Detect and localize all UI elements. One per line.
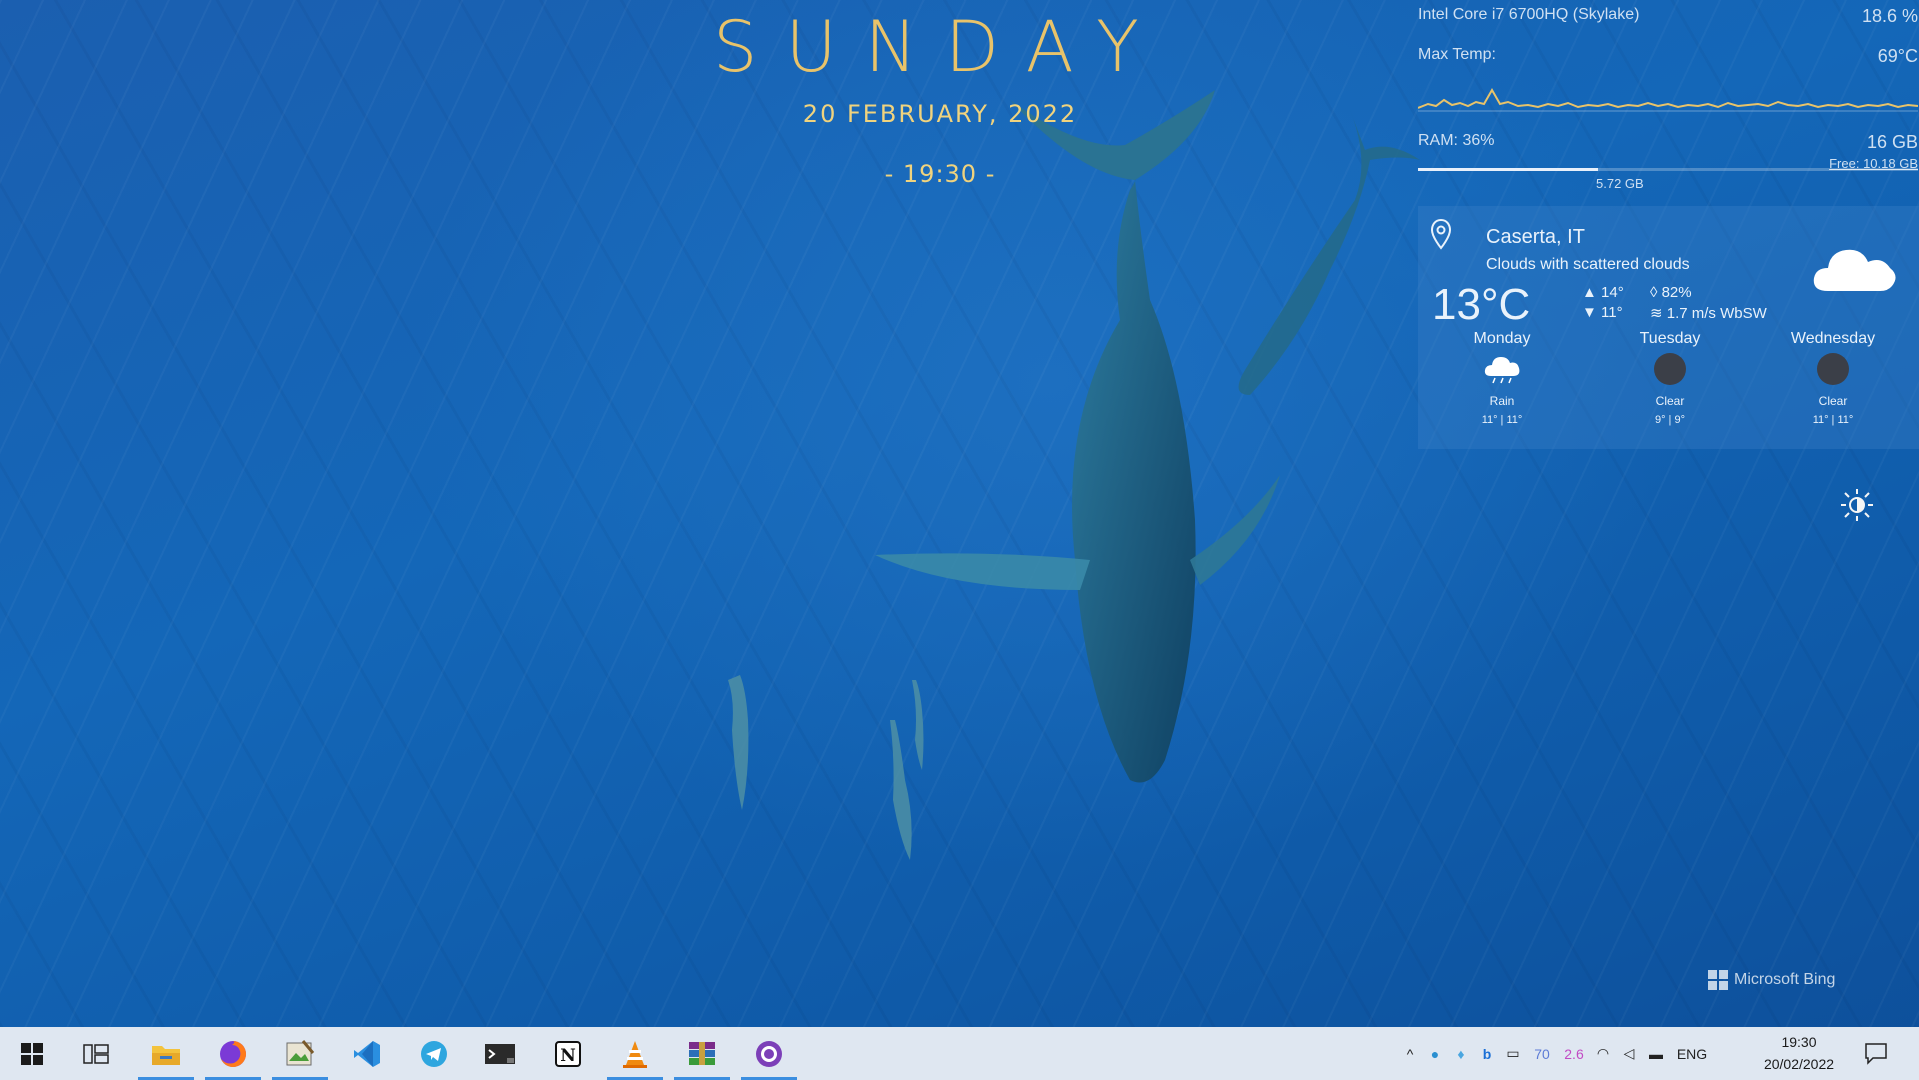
wifi-icon[interactable]: ◠	[1590, 1045, 1616, 1062]
droplet-icon: ◊	[1650, 284, 1658, 301]
humidity: ◊ 82%	[1650, 284, 1692, 301]
windows-logo-icon	[1708, 970, 1728, 990]
display-tray-icon[interactable]: ▭	[1500, 1045, 1526, 1062]
forecast-day-name: Wednesday	[1790, 330, 1876, 347]
temp-high: ▲ 14°	[1582, 284, 1624, 301]
humidity-value: 82%	[1661, 284, 1692, 301]
cloud-sync-icon[interactable]: ●	[1422, 1046, 1448, 1062]
task-view-button[interactable]	[68, 1027, 124, 1080]
weather-condition: Clouds with scattered clouds	[1486, 256, 1690, 273]
firefox-icon	[220, 1040, 246, 1067]
forecast-range: 11° | 11°	[1481, 414, 1523, 426]
notification-icon[interactable]	[1864, 1041, 1888, 1065]
weather-widget: Caserta, IT Clouds with scattered clouds…	[1418, 206, 1919, 449]
start-button[interactable]	[4, 1027, 60, 1080]
battery-icon[interactable]: ▬	[1642, 1046, 1670, 1062]
forecast-range: 11° | 11°	[1812, 414, 1854, 426]
wind: ≋ 1.7 m/s WbSW	[1650, 304, 1767, 322]
taskbar-time: 19:30	[1781, 1034, 1817, 1050]
terminal-icon	[485, 1043, 515, 1064]
cloud-rain-icon	[1484, 357, 1520, 384]
winrar-icon	[689, 1041, 715, 1065]
forecast-desc: Clear	[1655, 394, 1685, 408]
wallpaper-whale-image	[728, 90, 1420, 860]
system-tray: ^ ● ♦ b ▭ 70 2.6 ◠ ◁ ▬ ENG	[1398, 1027, 1714, 1080]
day-of-week: SUNDAY	[713, 6, 1167, 88]
taskbar-clock[interactable]: 19:30 20/02/2022	[1744, 1031, 1854, 1075]
forecast-desc: Clear	[1818, 394, 1848, 408]
forecast-day: Tuesday Clear 9° | 9°	[1610, 330, 1730, 426]
task-view-icon	[83, 1043, 109, 1064]
max-temp-value: 69°C	[1877, 46, 1918, 66]
file-explorer-button[interactable]	[138, 1027, 194, 1080]
image-editor-button[interactable]	[272, 1027, 328, 1080]
current-temperature: 13°C	[1432, 280, 1531, 329]
ram-total: 16 GB	[1866, 132, 1918, 152]
brightness-icon[interactable]	[1840, 488, 1874, 522]
github-icon	[756, 1040, 782, 1067]
ram-usage-bar	[1418, 168, 1918, 171]
vscode-icon	[354, 1040, 380, 1067]
language-indicator[interactable]: ENG	[1670, 1046, 1714, 1062]
vscode-button[interactable]	[339, 1027, 395, 1080]
temp-low: ▼ 11°	[1582, 304, 1623, 321]
tray-number-2[interactable]: 2.6	[1558, 1046, 1590, 1062]
watermark-text: Microsoft Bing	[1734, 971, 1836, 988]
taskbar-date: 20/02/2022	[1763, 1056, 1835, 1072]
chevron-up-icon[interactable]: ^	[1398, 1046, 1422, 1062]
wind-value: 1.7 m/s WbSW	[1666, 305, 1767, 322]
forecast-day: Wednesday Clear 11° | 11°	[1773, 330, 1893, 426]
taskbar: N ^ ● ♦ b ▭ 70 2.6 ◠ ◁ ▬ ENG 19:30 20/02…	[0, 1027, 1919, 1080]
ram-label: RAM: 36%	[1418, 132, 1495, 149]
folder-icon	[152, 1045, 180, 1065]
telegram-button[interactable]	[406, 1027, 462, 1080]
svg-text:N: N	[560, 1046, 576, 1066]
vlc-cone-icon	[623, 1040, 647, 1068]
ram-used: 5.72 GB	[1596, 176, 1644, 191]
forecast-day-name: Monday	[1473, 330, 1531, 347]
terminal-button[interactable]	[472, 1027, 528, 1080]
bing-watermark[interactable]: Microsoft Bing	[1708, 970, 1835, 990]
speaker-icon[interactable]: ◁	[1616, 1045, 1642, 1062]
firefox-button[interactable]	[205, 1027, 261, 1080]
cpu-usage: 18.6 %	[1861, 6, 1918, 26]
image-editor-icon	[286, 1039, 315, 1065]
forecast-day-name: Tuesday	[1639, 330, 1701, 347]
triangle-down-icon: ▼	[1582, 304, 1597, 321]
bing-tray-icon[interactable]: b	[1474, 1046, 1500, 1062]
max-temp-label: Max Temp:	[1418, 46, 1496, 63]
ram-usage-fill	[1418, 168, 1598, 171]
vlc-button[interactable]	[607, 1027, 663, 1080]
cloud-icon	[1813, 249, 1896, 291]
wind-icon: ≋	[1650, 305, 1663, 322]
cpu-name: Intel Core i7 6700HQ (Skylake)	[1418, 6, 1640, 23]
forecast-range: 9° | 9°	[1654, 414, 1685, 426]
time-display: - 19:30 -	[884, 160, 996, 188]
moon-icon	[1654, 353, 1686, 385]
cpu-usage-graph	[1418, 87, 1918, 112]
forecast-day: Monday Rain 11° | 11°	[1442, 330, 1562, 426]
telegram-icon	[421, 1040, 447, 1067]
weather-location: Caserta, IT	[1486, 226, 1585, 248]
location-pin-icon	[1430, 218, 1452, 250]
droplet-tray-icon[interactable]: ♦	[1448, 1046, 1474, 1062]
temp-high-value: 14°	[1601, 284, 1624, 301]
date-display: 20 FEBRUARY, 2022	[802, 100, 1078, 128]
notion-button[interactable]: N	[540, 1027, 596, 1080]
forecast-desc: Rain	[1489, 394, 1515, 408]
triangle-up-icon: ▲	[1582, 284, 1597, 301]
moon-icon	[1817, 353, 1849, 385]
windows-start-icon	[21, 1042, 43, 1065]
temp-low-value: 11°	[1601, 304, 1623, 321]
tray-number-1[interactable]: 70	[1526, 1046, 1558, 1062]
notion-icon: N	[555, 1040, 581, 1067]
github-desktop-button[interactable]	[741, 1027, 797, 1080]
winrar-button[interactable]	[674, 1027, 730, 1080]
